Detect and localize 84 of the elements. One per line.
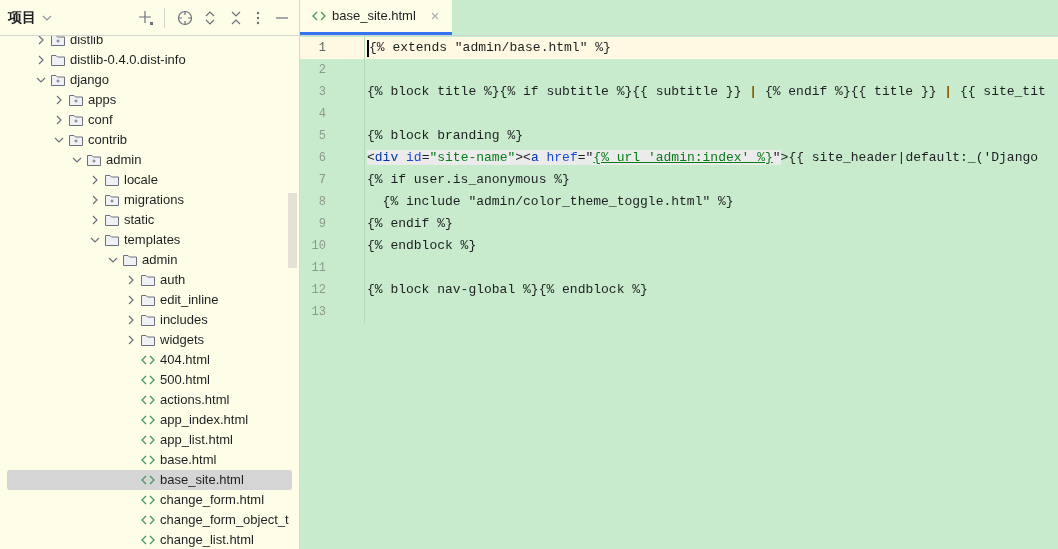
tree-item[interactable]: static	[7, 210, 292, 230]
tree-item[interactable]: distlib-0.4.0.dist-info	[7, 50, 292, 70]
collapse-icon[interactable]	[229, 9, 243, 26]
code-file-icon	[141, 415, 155, 425]
tree-item[interactable]: change_form_object_t	[7, 510, 292, 530]
tree-item[interactable]: change_form.html	[7, 490, 292, 510]
code-file-icon	[141, 395, 155, 405]
folder-icon	[51, 54, 65, 66]
line-number: 3	[317, 84, 326, 101]
tree-item[interactable]: migrations	[7, 190, 292, 210]
line-number: 10	[310, 238, 326, 255]
editor-tab[interactable]: base_site.html	[300, 0, 452, 35]
line-number: 2	[317, 62, 326, 79]
folder-icon	[105, 234, 119, 246]
folder-icon	[123, 254, 137, 266]
code-line: {% include "admin/color_theme_toggle.html" %}	[381, 193, 734, 212]
package-folder-icon	[69, 134, 83, 146]
folder-icon	[141, 334, 155, 346]
folder-icon	[141, 294, 155, 306]
tree-item[interactable]: edit_inline	[7, 290, 292, 310]
code-file-icon	[312, 11, 326, 21]
tree-item[interactable]: conf	[7, 110, 292, 130]
code-line: <div id="site-name"><a href="{% url 'admin:index' %}">{{ site_header|default:_('Django	[367, 149, 1039, 168]
line-number: 6	[317, 150, 326, 167]
line-number: 13	[310, 304, 326, 321]
tree-item[interactable]: 500.html	[7, 370, 292, 390]
line-number: 8	[317, 194, 326, 211]
expand-icon[interactable]	[203, 9, 217, 26]
line-number: 7	[317, 172, 326, 189]
line-number: 4	[317, 106, 326, 123]
tree-item[interactable]: django	[7, 70, 292, 90]
package-folder-icon	[51, 36, 65, 46]
panel-title[interactable]: 项目	[8, 7, 36, 28]
code-file-icon	[141, 495, 155, 505]
line-number: 9	[317, 216, 326, 233]
chevron-down-icon[interactable]	[36, 75, 46, 85]
code-file-icon	[141, 375, 155, 385]
tree-item[interactable]: 404.html	[7, 350, 292, 370]
code-line: {% endif %}	[367, 215, 453, 234]
code-line: {% if user.is_anonymous %}	[367, 171, 570, 190]
code-file-icon	[141, 515, 155, 525]
line-number: 12	[310, 282, 326, 299]
code-file-icon	[141, 535, 155, 545]
code-file-icon	[141, 475, 155, 485]
tree-item[interactable]: templates	[7, 230, 292, 250]
code-file-icon	[141, 455, 155, 465]
tree-item[interactable]: widgets	[7, 330, 292, 350]
scrollbar-thumb[interactable]	[288, 193, 297, 268]
tree-item[interactable]: admin	[7, 250, 292, 270]
folder-icon	[141, 314, 155, 326]
package-folder-icon	[105, 194, 119, 206]
code-line: {% block title %}{% if subtitle %}{{ subtitle }} | {% endif %}{{ title }} | {{ site_tit	[367, 83, 1046, 102]
more-icon[interactable]	[255, 9, 261, 26]
package-folder-icon	[51, 74, 65, 86]
line-number: 5	[317, 128, 326, 145]
tree-item[interactable]: contrib	[7, 130, 292, 150]
line-number: 11	[310, 260, 326, 277]
code-line: {% block branding %}	[367, 127, 524, 146]
code-line: {% extends "admin/base.html" %}	[369, 39, 611, 58]
text-cursor	[367, 39, 369, 57]
tree-item[interactable]: base_site.html	[7, 470, 292, 490]
tree-item[interactable]: change_list.html	[7, 530, 292, 549]
tree-item[interactable]: locale	[7, 170, 292, 190]
tree-item[interactable]: auth	[7, 270, 292, 290]
package-folder-icon	[87, 154, 101, 166]
folder-icon	[105, 174, 119, 186]
add-icon[interactable]	[138, 9, 154, 26]
code-line: {% block nav-global %}{% endblock %}	[367, 281, 648, 300]
tree-item[interactable]: app_index.html	[7, 410, 292, 430]
tree-item[interactable]: base.html	[7, 450, 292, 470]
folder-icon	[141, 274, 155, 286]
code-file-icon	[141, 435, 155, 445]
tree-item[interactable]: admin	[7, 150, 292, 170]
code-file-icon	[141, 355, 155, 365]
folder-icon	[105, 214, 119, 226]
package-folder-icon	[69, 94, 83, 106]
code-line: {% endblock %}	[367, 237, 477, 256]
package-folder-icon	[69, 114, 83, 126]
tree-item[interactable]: apps	[7, 90, 292, 110]
crosshair-icon[interactable]	[177, 9, 193, 26]
tree-item[interactable]: app_list.html	[7, 430, 292, 450]
line-number: 1	[317, 40, 326, 57]
tree-item[interactable]: includes	[7, 310, 292, 330]
tree-item[interactable]: actions.html	[7, 390, 292, 410]
